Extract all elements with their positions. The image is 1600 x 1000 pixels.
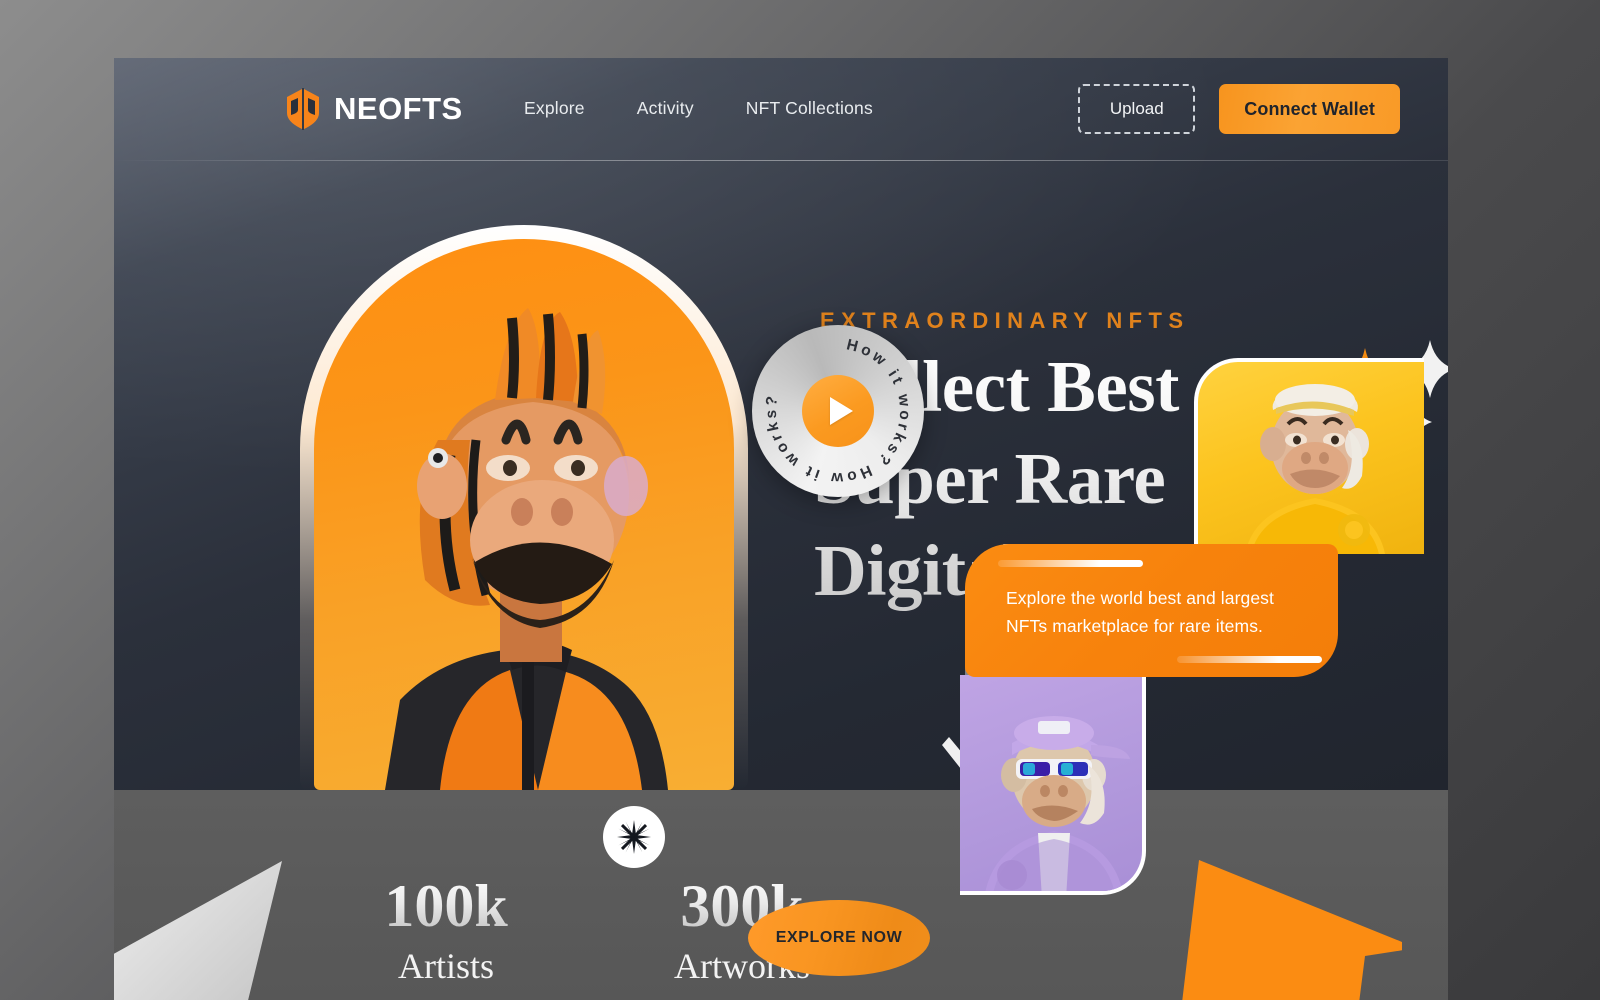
hero-arch — [300, 225, 748, 790]
promo-line-2: NFTs marketplace for rare items. — [1006, 616, 1264, 636]
promo-text: Explore the world best and largest NFTs … — [1006, 584, 1318, 640]
explore-now-button[interactable]: EXPLORE NOW — [748, 900, 930, 976]
how-it-works-badge[interactable]: How it works? How it works? — [752, 325, 924, 497]
stat-artists-label: Artists — [397, 946, 494, 986]
upload-button[interactable]: Upload — [1078, 84, 1196, 134]
nav-link-activity[interactable]: Activity — [637, 98, 694, 119]
starburst-badge — [603, 806, 665, 868]
nav-links: Explore Activity NFT Collections — [524, 98, 873, 119]
white-arrow-decoration — [114, 861, 282, 1000]
orange-arrow-decoration — [1182, 860, 1402, 1000]
nft-card-yellow[interactable] — [1194, 358, 1424, 554]
promo-line-1: Explore the world best and largest — [1006, 588, 1274, 608]
promo-accent-bar-bottom — [1177, 656, 1322, 663]
nav-link-nft-collections[interactable]: NFT Collections — [746, 98, 873, 119]
screenshot-frame: NEOFTS Explore Activity NFT Collections … — [0, 0, 1600, 1000]
connect-wallet-button[interactable]: Connect Wallet — [1219, 84, 1400, 134]
nft-card-purple[interactable] — [960, 675, 1146, 895]
nav-actions: Upload Connect Wallet — [1078, 84, 1400, 134]
yellow-ape-nft-image — [1245, 384, 1385, 554]
brand[interactable]: NEOFTS — [285, 88, 463, 130]
play-button[interactable] — [802, 375, 874, 447]
promo-card: Explore the world best and largest NFTs … — [965, 544, 1338, 677]
navbar: NEOFTS Explore Activity NFT Collections … — [114, 58, 1448, 161]
hex-shield-logo-icon — [287, 88, 319, 130]
hero-ape-nft-image — [385, 308, 668, 790]
promo-accent-bar-top — [998, 560, 1143, 567]
play-icon — [829, 397, 853, 425]
stat-artists: 100k Artists — [346, 873, 546, 989]
stat-artists-value: 100k — [346, 873, 546, 939]
nav-link-explore[interactable]: Explore — [524, 98, 585, 119]
starburst-icon — [617, 820, 651, 854]
landing-page: NEOFTS Explore Activity NFT Collections … — [114, 58, 1448, 1000]
purple-ape-nft-image — [985, 716, 1130, 891]
nav-divider — [114, 160, 1448, 161]
brand-name: NEOFTS — [334, 91, 463, 126]
